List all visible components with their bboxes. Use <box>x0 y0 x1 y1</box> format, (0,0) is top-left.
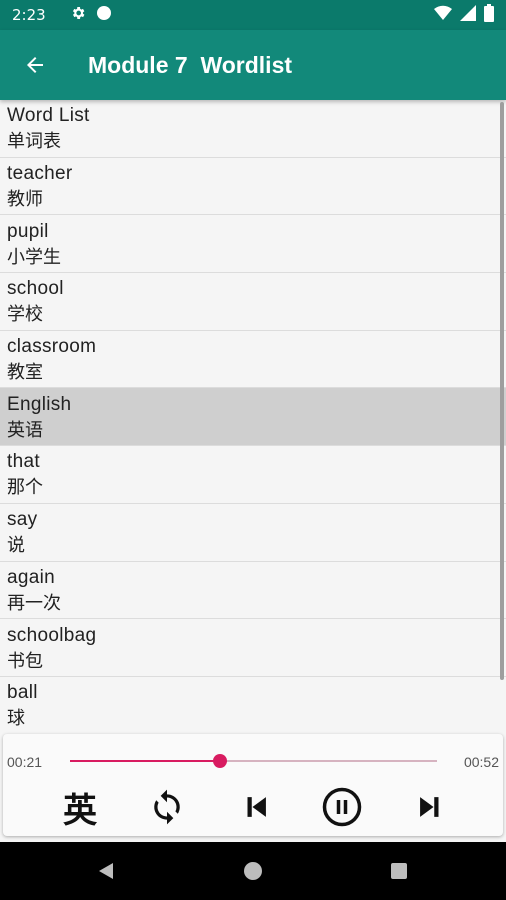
word-english: Word List <box>7 105 90 127</box>
word-chinese: 英语 <box>7 419 43 441</box>
pause-button[interactable] <box>317 782 367 832</box>
status-bar: 2:23 <box>0 0 506 30</box>
wifi-icon <box>434 5 452 25</box>
word-list-item[interactable]: pupil 小学生 <box>0 215 506 274</box>
word-list-item[interactable]: English 英语 <box>0 388 506 447</box>
audio-player: 00:21 00:52 英 <box>3 734 503 836</box>
system-nav-bar <box>0 842 506 900</box>
player-controls: 英 <box>3 782 503 832</box>
word-list-item[interactable]: classroom 教室 <box>0 331 506 389</box>
word-english: ball <box>7 682 38 704</box>
repeat-icon <box>154 789 180 825</box>
nav-home-button[interactable] <box>223 842 283 900</box>
word-english: school <box>7 278 64 300</box>
arrow-left-icon <box>27 57 43 73</box>
word-chinese: 球 <box>7 708 25 730</box>
word-chinese: 那个 <box>7 477 43 499</box>
word-chinese: 单词表 <box>7 131 61 153</box>
scrollbar[interactable] <box>500 102 504 680</box>
word-chinese: 学校 <box>7 304 43 326</box>
total-time: 00:52 <box>463 754 499 770</box>
word-chinese: 书包 <box>7 650 43 672</box>
word-chinese: 教室 <box>7 362 43 384</box>
word-english: classroom <box>7 336 97 358</box>
signal-icon <box>460 5 476 25</box>
next-button[interactable] <box>405 782 455 832</box>
word-chinese: 说 <box>7 535 25 557</box>
skip-previous-icon <box>247 797 266 817</box>
word-chinese: 小学生 <box>7 246 61 268</box>
word-english: again <box>7 566 55 588</box>
word-list-item[interactable]: schoolbag 书包 <box>0 619 506 677</box>
app-bar: Module 7 Wordlist <box>0 30 506 100</box>
circle-notification-icon <box>96 5 112 25</box>
nav-back-button[interactable] <box>76 842 136 900</box>
seek-bar-progress <box>70 760 221 762</box>
current-time: 00:21 <box>7 754 43 770</box>
word-list-item[interactable]: Word List 单词表 <box>0 100 506 158</box>
seek-bar-thumb[interactable] <box>213 754 228 768</box>
status-time: 2:23 <box>12 6 46 24</box>
back-triangle-icon <box>99 863 113 879</box>
seek-bar[interactable] <box>70 754 437 768</box>
pause-icon <box>322 787 362 827</box>
home-circle-icon <box>244 862 262 880</box>
word-chinese: 再一次 <box>7 592 61 614</box>
word-english: pupil <box>7 220 49 242</box>
word-list-item[interactable]: school 学校 <box>0 273 506 331</box>
word-list-item[interactable]: say 说 <box>0 504 506 562</box>
repeat-button[interactable] <box>142 782 192 832</box>
previous-button[interactable] <box>231 782 281 832</box>
language-toggle-button[interactable]: 英 <box>55 782 105 832</box>
word-chinese: 教师 <box>7 189 43 211</box>
recents-square-icon <box>391 863 407 879</box>
word-english: that <box>7 451 40 473</box>
nav-recents-button[interactable] <box>369 842 429 900</box>
word-list-item[interactable]: teacher 教师 <box>0 158 506 216</box>
word-english: teacher <box>7 163 73 185</box>
word-english: say <box>7 509 38 531</box>
word-list[interactable]: Word List 单词表 teacher 教师 pupil 小学生 school 学校 cla… <box>0 100 506 732</box>
settings-icon <box>70 5 86 25</box>
page-title: Module 7 Wordlist <box>88 51 293 78</box>
word-list-item[interactable]: ball 球 <box>0 677 506 732</box>
word-list-item[interactable]: again 再一次 <box>0 562 506 620</box>
word-list-item[interactable]: that 那个 <box>0 446 506 504</box>
word-english: English <box>7 393 72 415</box>
skip-next-icon <box>420 797 439 817</box>
word-english: schoolbag <box>7 624 97 646</box>
back-button[interactable] <box>0 30 70 100</box>
battery-icon <box>484 4 494 26</box>
